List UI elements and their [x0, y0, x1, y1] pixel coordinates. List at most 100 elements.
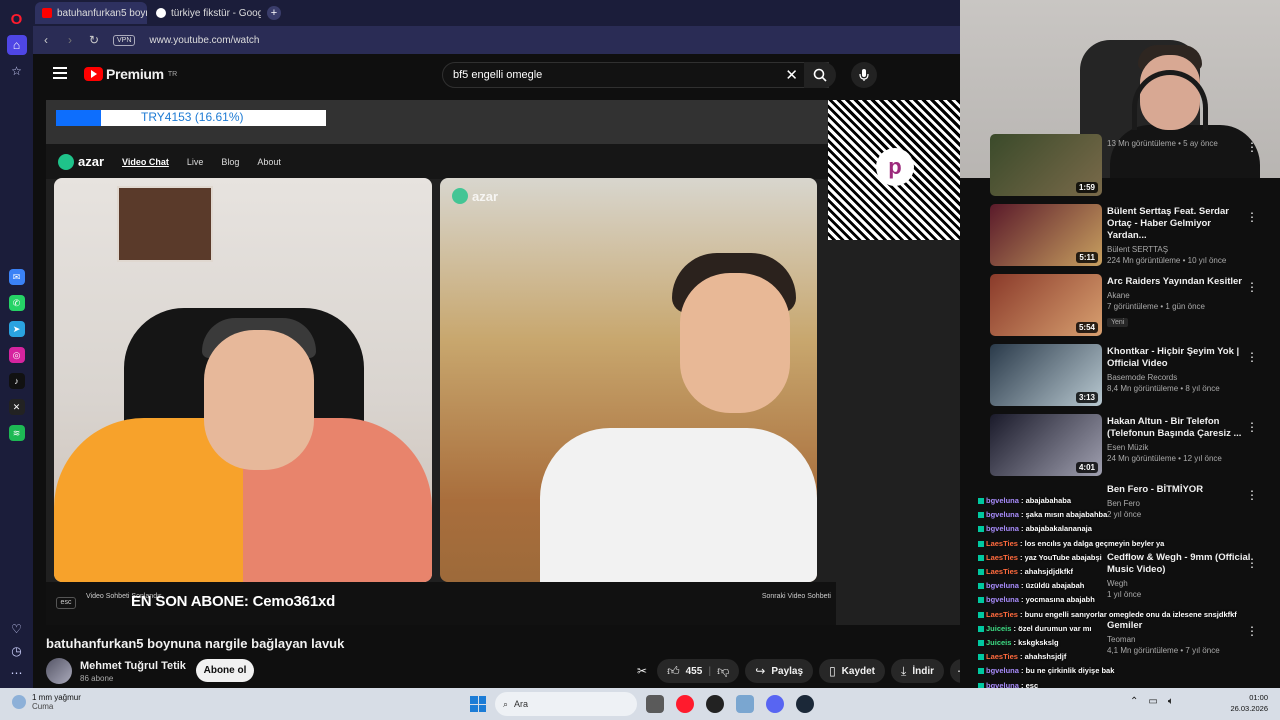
subscribe-button[interactable]: Abone ol: [196, 659, 254, 682]
more-vertical-icon[interactable]: ⋮: [1246, 350, 1258, 364]
channel-name[interactable]: Basemode Records: [1107, 373, 1252, 382]
video-title[interactable]: Arc Raiders Yayından Kesitler: [1107, 276, 1252, 288]
save-label: Kaydet: [841, 665, 876, 677]
chevron-up-icon[interactable]: ⌃: [1130, 696, 1138, 707]
channel-name[interactable]: Esen Müzik: [1107, 443, 1252, 452]
app-icon[interactable]: [736, 695, 754, 713]
channel-name[interactable]: Mehmet Tuğrul Tetik: [80, 660, 186, 672]
network-icon[interactable]: ▭: [1148, 696, 1157, 707]
chat-username: LaesTies: [986, 609, 1018, 619]
video-thumbnail[interactable]: 3:13: [990, 344, 1102, 406]
steam-icon[interactable]: [796, 695, 814, 713]
whatsapp-icon[interactable]: ✆: [8, 295, 25, 311]
like-button[interactable]: 👍︎ 455 | 👎︎: [657, 659, 740, 683]
tiktok-icon[interactable]: ♪: [8, 373, 25, 389]
search-input[interactable]: bf5 engelli omegle ✕: [442, 62, 829, 88]
obs-icon[interactable]: [706, 695, 724, 713]
back-icon[interactable]: ‹: [41, 33, 51, 47]
share-button[interactable]: ↪ Paylaş: [745, 659, 814, 683]
clear-search-icon[interactable]: ✕: [785, 66, 798, 84]
video-thumbnail[interactable]: 1:59: [990, 134, 1102, 196]
video-title[interactable]: Khontkar - Hiçbir Şeyim Yok | Official V…: [1107, 346, 1252, 370]
voice-search-button[interactable]: [851, 62, 877, 88]
reload-icon[interactable]: ↻: [89, 33, 99, 47]
share-label: Paylaş: [771, 665, 804, 677]
recommendation-item[interactable]: 1:59 13 Mn görüntüleme • 5 ay önce ⋮: [990, 134, 1280, 198]
telegram-icon[interactable]: ➤: [8, 321, 25, 337]
url-field[interactable]: www.youtube.com/watch: [149, 35, 259, 46]
taskbar-search[interactable]: ⌕ Ara: [495, 692, 637, 716]
video-duration: 4:01: [1075, 462, 1098, 473]
opera-icon[interactable]: [676, 695, 694, 713]
tab-google[interactable]: türkiye fikstür - Google'da: [149, 2, 261, 24]
more-vertical-icon[interactable]: ⋮: [1246, 210, 1258, 224]
video-duration: 1:59: [1075, 182, 1098, 193]
opera-logo-icon[interactable]: O: [7, 9, 27, 29]
chat-message: bgveluna : bu ne çirkinlik diyişe bak: [978, 664, 1280, 678]
chat-text-sep: :: [1018, 581, 1026, 591]
recommendation-item[interactable]: 5:11 Bülent Serttaş Feat. Serdar Ortaç - …: [990, 204, 1280, 268]
save-button[interactable]: ▯ Kaydet: [819, 659, 886, 683]
history-clock-icon[interactable]: ◷: [11, 644, 21, 658]
azar-logo: azar: [58, 153, 104, 170]
esc-key-hint: esc: [56, 597, 76, 609]
spotify-icon[interactable]: ≋: [8, 425, 25, 441]
channel-avatar[interactable]: [46, 658, 72, 684]
heart-icon[interactable]: ♡: [11, 622, 22, 636]
badge-icon: [978, 668, 984, 675]
recommendation-item[interactable]: 3:13 Khontkar - Hiçbir Şeyim Yok | Offici…: [990, 344, 1280, 408]
chat-text-sep: :: [1017, 538, 1025, 548]
tab-label: türkiye fikstür - Google'da: [171, 7, 261, 19]
video-title[interactable]: Bülent Serttaş Feat. Serdar Ortaç - Habe…: [1107, 206, 1252, 242]
video-title: batuhanfurkan5 boynuna nargile bağlayan …: [46, 636, 345, 651]
weather-day: Cuma: [32, 702, 54, 711]
clip-icon: ✂: [637, 664, 648, 678]
more-dots-icon[interactable]: ⋯: [11, 666, 23, 680]
video-thumbnail[interactable]: 5:54: [990, 274, 1102, 336]
chat-text: şaka mısın abajabahba: [1025, 510, 1108, 520]
person-right-face: [680, 273, 790, 413]
menu-hamburger-icon[interactable]: [53, 67, 67, 79]
address-bar: ‹ › ↻ VPN www.youtube.com/watch: [33, 26, 960, 54]
x-twitter-icon[interactable]: ✕: [8, 399, 25, 415]
channel-name[interactable]: Bülent SERTTAŞ: [1107, 245, 1252, 254]
recommendation-item[interactable]: 4:01 Hakan Altun - Bir Telefon (Telefonun…: [990, 414, 1280, 478]
discord-icon[interactable]: [766, 695, 784, 713]
video-thumbnail[interactable]: 4:01: [990, 414, 1102, 476]
vpn-badge[interactable]: VPN: [113, 34, 136, 46]
bookmark-icon: ▯: [829, 664, 836, 678]
badge-icon: [978, 597, 984, 604]
share-icon: ↪: [755, 664, 766, 678]
video-tile-right: azar: [440, 178, 817, 582]
file-explorer-icon[interactable]: [646, 695, 664, 713]
download-button[interactable]: ⤓ İndir: [891, 659, 945, 683]
volume-icon[interactable]: 🔈︎: [1168, 696, 1174, 707]
azar-nav-about: About: [257, 156, 281, 167]
video-player[interactable]: TRY4153 (16.61%) azar Video Chat Live Bl…: [46, 100, 966, 625]
new-tab-button[interactable]: +: [267, 6, 281, 20]
home-icon[interactable]: ⌂: [6, 35, 27, 55]
youtube-logo[interactable]: Premium TR: [84, 66, 177, 82]
messenger-icon[interactable]: ✉: [8, 269, 25, 285]
more-vertical-icon[interactable]: ⋮: [1246, 280, 1258, 294]
windows-start-icon[interactable]: [470, 696, 486, 712]
more-vertical-icon[interactable]: ⋮: [1246, 140, 1258, 154]
search-button[interactable]: [804, 62, 836, 88]
thumbs-down-icon[interactable]: 👎︎: [717, 664, 729, 679]
recommendation-item[interactable]: 5:54 Arc Raiders Yayından Kesitler Akane 7 …: [990, 274, 1280, 338]
instagram-icon[interactable]: ◎: [8, 347, 25, 363]
forward-icon[interactable]: ›: [65, 33, 75, 47]
video-title[interactable]: Hakan Altun - Bir Telefon (Telefonun Baş…: [1107, 416, 1252, 440]
tab-label: batuhanfurkan5 boyn: [57, 7, 147, 19]
channel-name[interactable]: Akane: [1107, 291, 1252, 300]
more-vertical-icon[interactable]: ⋮: [1246, 420, 1258, 434]
video-thumbnail[interactable]: 5:11: [990, 204, 1102, 266]
chat-text: yaz YouTube abajabşi: [1024, 552, 1102, 562]
tab-youtube[interactable]: batuhanfurkan5 boyn: [35, 2, 147, 24]
chat-message: bgveluna : şaka mısın abajabahba: [978, 508, 1280, 522]
bookmark-star-icon[interactable]: ☆: [7, 61, 27, 81]
clip-button[interactable]: ✂: [633, 659, 651, 683]
taskbar-clock[interactable]: 01:00 26.03.2026: [1214, 692, 1268, 714]
chat-username: bgveluna: [986, 666, 1019, 676]
weather-widget[interactable]: 1 mm yağmur Cuma: [12, 693, 81, 711]
